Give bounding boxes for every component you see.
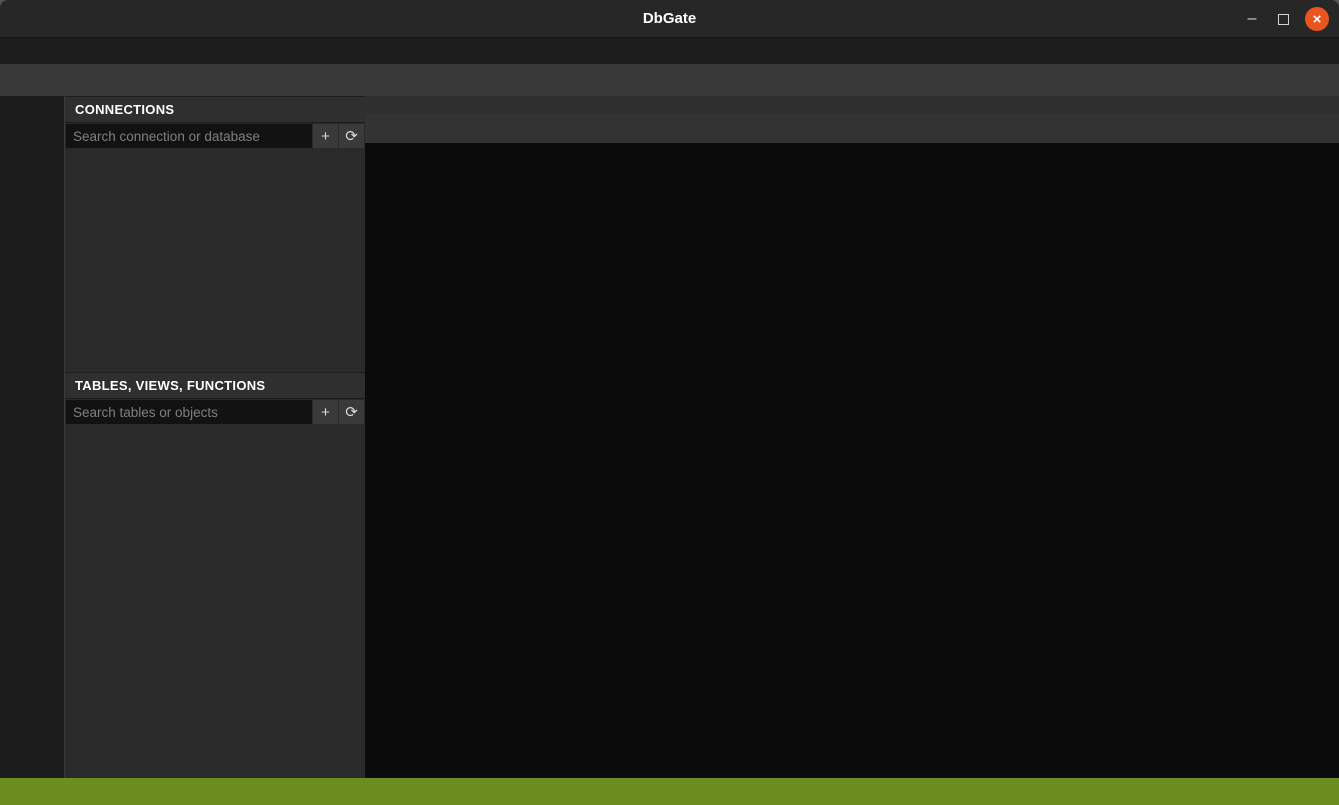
file-tab-strip xyxy=(365,114,1339,143)
connections-search-input[interactable] xyxy=(66,124,312,148)
minimize-button[interactable]: – xyxy=(1242,10,1262,28)
content-area xyxy=(365,96,1339,778)
menu-bar xyxy=(0,38,1339,64)
tables-search-input[interactable] xyxy=(66,400,312,424)
maximize-button[interactable] xyxy=(1278,14,1289,25)
close-button[interactable]: × xyxy=(1305,7,1329,31)
window-controls: – × xyxy=(1242,0,1329,38)
tables-search-row: + ⟳ xyxy=(65,399,365,425)
tables-tree xyxy=(65,425,365,778)
left-panel: CONNECTIONS + ⟳ TABLES, VIEWS, FUNCTIONS… xyxy=(64,96,365,778)
activity-bar xyxy=(0,96,64,778)
add-table-icon-button[interactable]: + xyxy=(313,400,338,424)
status-bar xyxy=(0,778,1339,805)
refresh-tables-button[interactable]: ⟳ xyxy=(339,400,364,424)
database-tab-strip xyxy=(365,96,1339,114)
toolbar xyxy=(0,64,1339,96)
dbgate-window: DbGate – × CONNECTIONS + ⟳ TABLES, VIEWS… xyxy=(0,0,1339,805)
connections-list xyxy=(65,149,365,372)
add-connection-icon-button[interactable]: + xyxy=(313,124,338,148)
tables-header: TABLES, VIEWS, FUNCTIONS xyxy=(65,372,365,399)
refresh-connections-button[interactable]: ⟳ xyxy=(339,124,364,148)
main-area: CONNECTIONS + ⟳ TABLES, VIEWS, FUNCTIONS… xyxy=(0,96,1339,778)
connections-header: CONNECTIONS xyxy=(65,96,365,123)
window-title: DbGate xyxy=(643,10,696,27)
title-bar: DbGate – × xyxy=(0,0,1339,38)
data-grid xyxy=(365,143,1339,778)
connections-search-row: + ⟳ xyxy=(65,123,365,149)
